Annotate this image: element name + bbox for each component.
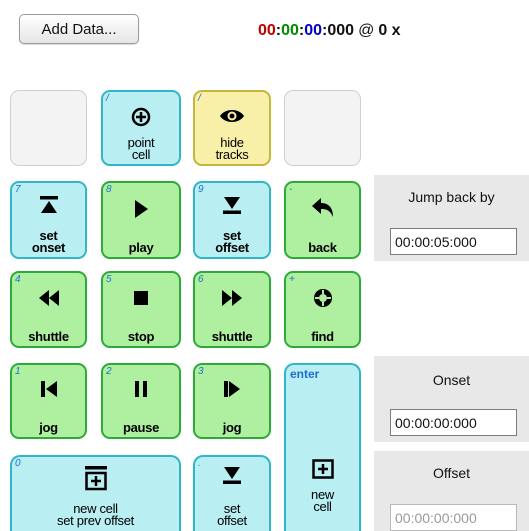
blank-key-right[interactable] [284, 90, 361, 166]
key-label: set onset [31, 228, 66, 255]
key-number: 8 [106, 184, 112, 195]
key-number: - [289, 184, 293, 195]
key-label: set offset [217, 501, 247, 528]
onset-field[interactable]: 00:00:00:000 [390, 409, 517, 436]
shuttle-forward-key[interactable]: 6 shuttle [193, 271, 271, 348]
set-onset-icon [39, 196, 58, 213]
pause-icon [135, 381, 147, 397]
key-number: 3 [198, 366, 204, 377]
pause-key[interactable]: 2 pause [101, 363, 181, 439]
eye-icon [220, 110, 244, 122]
jump-back-label: Jump back by [408, 189, 495, 205]
playback-rate: 0 x [378, 22, 401, 39]
key-number: 1 [15, 366, 21, 377]
fast-forward-icon [222, 290, 242, 306]
clock-millis: 000 [327, 22, 355, 39]
set-offset-key[interactable]: 9 set offset [193, 181, 271, 259]
jog-back-icon [40, 381, 57, 397]
key-label: play [128, 240, 154, 255]
new-cell-icon [311, 459, 334, 479]
key-label: new cell set prev offset [57, 501, 134, 528]
key-label: shuttle [28, 329, 69, 344]
key-label: hide tracks [215, 135, 249, 162]
key-label: stop [127, 329, 155, 344]
key-number: + [289, 274, 295, 285]
key-number: 5 [106, 274, 112, 285]
onset-panel: Onset 00:00:00:000 [374, 356, 529, 442]
clock-minutes: 00 [281, 22, 299, 39]
key-label: jog [222, 420, 242, 435]
jump-back-panel: Jump back by 00:00:05:000 [374, 175, 529, 261]
clock-at: @ [358, 22, 375, 39]
back-arrow-icon [311, 198, 333, 217]
new-cell-prev-offset-key[interactable]: 0 new cell set prev offset [10, 455, 181, 531]
new-cell-enter-key[interactable]: enter new cell [284, 363, 361, 531]
set-onset-key[interactable]: 7 set onset [10, 181, 87, 259]
stop-key[interactable]: 5 stop [101, 271, 181, 348]
set-offset-icon [223, 197, 241, 214]
key-number: . [198, 458, 201, 469]
key-label: find [311, 329, 334, 344]
key-label: pause [122, 420, 160, 435]
clock-seconds: 00 [304, 22, 323, 39]
add-data-button[interactable]: Add Data... [19, 14, 139, 44]
key-number: 4 [15, 274, 21, 285]
rewind-icon [38, 290, 59, 306]
point-cell-key[interactable]: / point cell [101, 90, 181, 166]
set-offset-icon [223, 467, 241, 484]
stop-icon [134, 291, 148, 305]
set-offset-key-2[interactable]: . set offset [193, 455, 271, 531]
play-icon [135, 200, 148, 218]
key-label: new cell [311, 487, 334, 514]
key-number: enter [290, 367, 320, 381]
offset-label: Offset [432, 465, 471, 481]
key-label: jog [39, 420, 58, 435]
key-label: shuttle [211, 329, 253, 344]
key-number: 2 [106, 366, 112, 377]
key-number: 9 [198, 184, 204, 195]
timecode-display: 00:00:00:000 @ 0 x [258, 20, 401, 42]
key-number: / [198, 93, 201, 104]
key-label: point cell [127, 135, 155, 162]
blank-key-left[interactable] [10, 90, 87, 166]
jog-forward-key[interactable]: 3 jog [193, 363, 271, 439]
onset-label: Onset [432, 372, 471, 388]
circle-plus-icon [131, 107, 151, 127]
key-number: / [106, 93, 109, 104]
play-key[interactable]: 8 play [101, 181, 181, 259]
new-cell-prev-icon [84, 466, 107, 491]
back-key[interactable]: - back [284, 181, 361, 259]
key-label: back [308, 240, 337, 255]
key-number: 7 [15, 184, 21, 195]
shuttle-back-key[interactable]: 4 shuttle [10, 271, 87, 348]
key-label: set offset [215, 228, 249, 255]
key-number: 6 [198, 274, 204, 285]
hide-tracks-key[interactable]: / hide tracks [193, 90, 271, 166]
offset-field[interactable]: 00:00:00:000 [390, 504, 517, 531]
find-icon [313, 289, 332, 307]
jog-back-key[interactable]: 1 jog [10, 363, 87, 439]
jump-back-field[interactable]: 00:00:05:000 [390, 228, 517, 255]
key-number: 0 [15, 458, 21, 469]
clock-hours: 00 [258, 22, 276, 39]
find-key[interactable]: + find [284, 271, 361, 348]
jog-forward-icon [224, 381, 240, 397]
offset-panel: Offset 00:00:00:000 [374, 451, 529, 531]
